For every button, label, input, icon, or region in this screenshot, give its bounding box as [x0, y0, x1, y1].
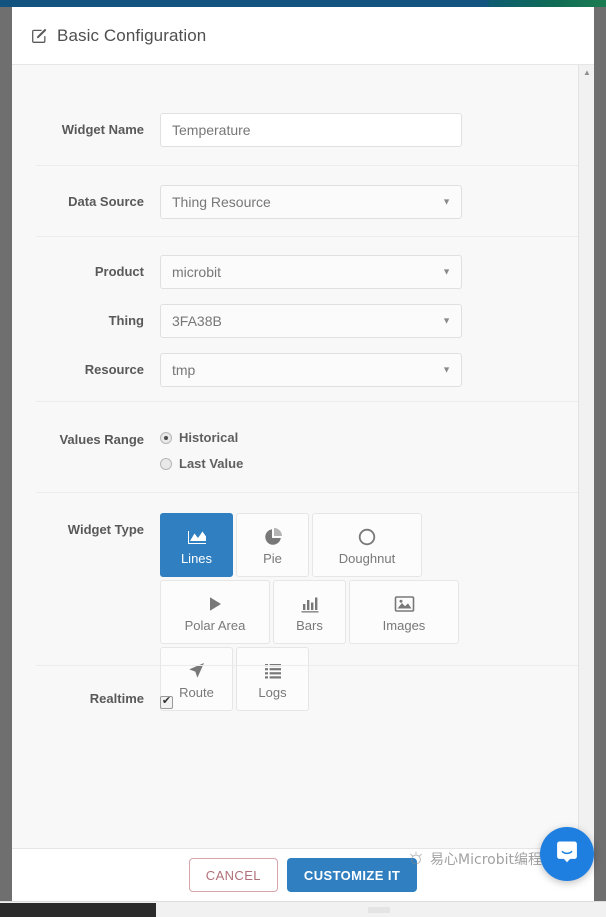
- radio-last-value-dot[interactable]: [160, 457, 172, 470]
- widget-type-pie[interactable]: Pie: [236, 513, 309, 577]
- radio-last-value[interactable]: Last Value: [160, 453, 578, 474]
- bar-chart-icon: [300, 592, 320, 616]
- check-icon: ✔: [161, 695, 172, 707]
- radio-historical[interactable]: Historical: [160, 427, 578, 448]
- chat-bubble-icon: [553, 838, 581, 871]
- widget-name-input[interactable]: [160, 113, 462, 147]
- modal-footer: CANCEL CUSTOMIZE IT: [12, 848, 594, 901]
- vertical-scrollbar-thumb[interactable]: [581, 81, 593, 321]
- chevron-down-icon: ▼: [442, 266, 451, 277]
- chevron-down-icon: ▼: [442, 364, 451, 375]
- chat-launcher-button[interactable]: [540, 827, 594, 881]
- form-row-widget-type: Widget Type Lines Pie Doughnut Polar Are…: [12, 513, 578, 714]
- modal-header: Basic Configuration: [12, 7, 594, 65]
- radio-historical-label: Historical: [179, 430, 239, 445]
- resource-label: Resource: [84, 362, 144, 377]
- widget-type-label: Widget Type: [67, 522, 144, 537]
- scroll-up-arrow-icon[interactable]: ▲: [579, 65, 594, 80]
- widget-type-doughnut[interactable]: Doughnut: [312, 513, 422, 577]
- widget-type-polar-area[interactable]: Polar Area: [160, 580, 270, 644]
- widget-type-doughnut-label: Doughnut: [338, 550, 396, 566]
- form-row-thing: Thing 3FA38B ▼: [12, 304, 578, 338]
- form-row-widget-name: Widget Name: [12, 113, 578, 147]
- circle-outline-icon: [357, 525, 377, 549]
- widget-type-polar-area-label: Polar Area: [184, 617, 246, 633]
- resource-select[interactable]: tmp ▼: [160, 353, 462, 387]
- chevron-down-icon: ▼: [442, 196, 451, 207]
- list-icon: [263, 659, 283, 683]
- form-row-product: Product microbit ▼: [12, 255, 578, 289]
- divider-3: [36, 401, 578, 402]
- form-row-resource: Resource tmp ▼: [12, 353, 578, 387]
- app-root: Basic Configuration Widget Name Data Sou…: [0, 0, 606, 917]
- form-row-realtime: Realtime ✔: [12, 691, 578, 709]
- divider-5: [36, 665, 578, 666]
- widget-type-grid: Lines Pie Doughnut Polar Area Bars Image…: [160, 513, 520, 714]
- divider-2: [36, 236, 578, 237]
- pencil-square-icon: [30, 27, 48, 45]
- page-title: Basic Configuration: [57, 25, 207, 45]
- browser-top-chrome: [0, 0, 606, 7]
- horizontal-scrollbar[interactable]: [0, 901, 606, 917]
- data-source-value: Thing Resource: [172, 194, 271, 210]
- widget-type-bars[interactable]: Bars: [273, 580, 346, 644]
- area-chart-icon: [187, 525, 207, 549]
- divider-4: [36, 492, 578, 493]
- widget-type-images-label: Images: [382, 617, 426, 633]
- product-select[interactable]: microbit ▼: [160, 255, 462, 289]
- divider-1: [36, 165, 578, 166]
- widget-type-pie-label: Pie: [263, 550, 282, 566]
- form-row-values-range: Values Range Historical Last Value: [12, 423, 578, 479]
- widget-type-bars-label: Bars: [296, 617, 323, 633]
- resource-value: tmp: [172, 362, 196, 378]
- play-triangle-icon: [206, 592, 224, 616]
- widget-type-lines-label: Lines: [180, 550, 213, 566]
- chevron-down-icon: ▼: [442, 315, 451, 326]
- thing-label: Thing: [108, 313, 144, 328]
- radio-last-value-label: Last Value: [179, 456, 244, 471]
- product-label: Product: [94, 264, 144, 279]
- thing-select[interactable]: 3FA38B ▼: [160, 304, 462, 338]
- vertical-scrollbar[interactable]: ▲ ▼: [578, 65, 594, 848]
- thing-value: 3FA38B: [172, 313, 222, 329]
- picture-icon: [394, 592, 415, 616]
- data-source-label: Data Source: [68, 194, 144, 209]
- data-source-select[interactable]: Thing Resource ▼: [160, 185, 462, 219]
- location-arrow-icon: [187, 659, 206, 683]
- customize-it-button[interactable]: CUSTOMIZE IT: [286, 858, 418, 892]
- realtime-label: Realtime: [89, 691, 144, 706]
- product-value: microbit: [172, 264, 222, 280]
- configuration-modal: Basic Configuration Widget Name Data Sou…: [12, 7, 594, 901]
- horizontal-scrollbar-mark: [368, 907, 390, 913]
- horizontal-scrollbar-thumb[interactable]: [0, 903, 156, 917]
- pie-chart-icon: [263, 525, 283, 549]
- radio-historical-dot[interactable]: [160, 431, 172, 444]
- realtime-checkbox[interactable]: ✔: [160, 695, 173, 709]
- values-range-label: Values Range: [59, 432, 144, 447]
- widget-type-lines[interactable]: Lines: [160, 513, 233, 577]
- cancel-button[interactable]: CANCEL: [188, 858, 278, 892]
- widget-type-images[interactable]: Images: [349, 580, 459, 644]
- modal-body: Widget Name Data Source Thing Resource ▼: [12, 65, 594, 848]
- form-row-data-source: Data Source Thing Resource ▼: [12, 185, 578, 219]
- widget-name-label: Widget Name: [61, 122, 144, 137]
- top-accent-bar: [488, 0, 606, 7]
